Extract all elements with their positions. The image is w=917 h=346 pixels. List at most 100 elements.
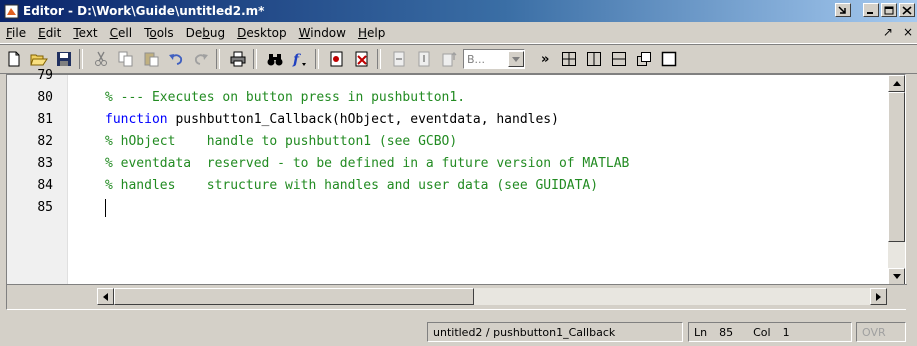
status-bar: untitled2 / pushbutton1_Callback Ln 85 C… [0,317,917,346]
split-vertical-icon [587,52,602,66]
split-horizontal-button[interactable] [608,48,630,70]
float-window-button[interactable] [633,48,655,70]
paste-icon [144,52,159,67]
clear-breakpoints-button[interactable] [351,48,373,70]
grid-layout-icon [562,52,577,66]
split-vertical-button[interactable] [583,48,605,70]
chevron-up-icon [892,81,901,86]
step-icon [393,51,405,67]
menu-tools[interactable]: Tools [138,26,180,40]
code-line[interactable]: % hObject handle to pushbutton1 (see GCB… [105,131,457,153]
horizontal-scroll-thumb[interactable] [114,288,474,305]
code-line[interactable]: % eventdata reserved - to be defined in … [105,153,629,175]
menu-help[interactable]: Help [352,26,391,40]
horizontal-scrollbar-area [7,284,907,309]
chevron-right-icon [876,292,881,301]
cut-icon [95,51,107,66]
line-number: 84 [37,178,53,193]
chevron-left-icon [103,292,108,301]
toolbar-separator [216,49,220,69]
line-number: 81 [37,112,53,127]
overwrite-mode-status: OVR [856,322,906,342]
close-document-button[interactable]: × [903,25,913,39]
paste-button[interactable] [140,48,162,70]
cursor-position-status: Ln 85 Col 1 [688,322,852,342]
redo-button[interactable] [190,48,212,70]
save-icon [57,52,71,66]
code-editor[interactable]: 79 80 81 82 83 84 85 % --- Executes on b… [6,68,907,310]
matlab-editor-icon [4,4,19,18]
menu-text[interactable]: Text [67,26,103,40]
step-out-button[interactable] [438,48,460,70]
stack-dropdown[interactable]: B... [463,49,525,69]
svg-text:f: f [292,52,302,67]
float-window-icon [637,52,652,66]
print-button[interactable] [227,48,249,70]
breakpoint-icon [330,51,343,67]
redo-icon [194,54,208,65]
line-number: 79 [37,68,53,83]
copy-button[interactable] [115,48,137,70]
chevron-down-icon [512,56,520,62]
code-area[interactable]: % --- Executes on button press in pushbu… [67,75,887,285]
minimize-button[interactable] [863,3,879,17]
chevron-down-icon [892,274,901,279]
code-line[interactable]: % handles structure with handles and use… [105,175,598,197]
menu-window[interactable]: Window [293,26,352,40]
maximize-document-icon [662,51,677,67]
menu-cell[interactable]: Cell [104,26,138,40]
scroll-left-button[interactable] [97,288,114,305]
code-line[interactable]: % --- Executes on button press in pushbu… [105,87,465,109]
line-number: 82 [37,134,53,149]
undo-button[interactable] [165,48,187,70]
undo-icon [169,54,183,65]
close-button[interactable] [899,3,915,17]
menu-desktop[interactable]: Desktop [231,26,293,40]
scroll-up-button[interactable] [888,75,905,92]
window-title: Editor - D:\Work\Guide\untitled2.m* [23,4,265,18]
binoculars-icon [267,54,283,66]
horizontal-scrollbar[interactable] [97,288,887,305]
scroll-right-button[interactable] [870,288,887,305]
save-button[interactable] [53,48,75,70]
step-out-icon [442,52,457,67]
find-button[interactable] [264,48,286,70]
toolbar-separator [315,49,319,69]
cut-button[interactable] [90,48,112,70]
title-bar[interactable]: Editor - D:\Work\Guide\untitled2.m* [0,0,917,22]
stack-dropdown-value: B... [467,52,486,66]
set-breakpoint-button[interactable] [326,48,348,70]
undock-document-button[interactable]: ↗ [883,25,893,39]
function-button[interactable]: f [289,48,311,70]
toolbar-separator [253,49,257,69]
menu-bar: File Edit Text Cell Tools Debug Desktop … [0,22,917,44]
scroll-down-button[interactable] [888,268,905,285]
line-number-gutter: 79 80 81 82 83 84 85 [7,68,68,285]
vertical-scroll-thumb[interactable] [888,92,905,242]
line-label: Ln [694,325,708,339]
undock-button[interactable] [835,3,851,17]
column-value: 1 [782,325,790,339]
menu-file[interactable]: File [0,26,32,40]
menu-debug[interactable]: Debug [180,26,231,40]
step-in-button[interactable] [413,48,435,70]
menu-edit[interactable]: Edit [32,26,67,40]
stack-dropdown-arrow[interactable] [508,51,524,67]
line-number: 83 [37,156,53,171]
toolbar-separator [79,49,83,69]
close-icon [902,5,912,15]
tile-grid-button[interactable] [558,48,580,70]
maximize-button[interactable] [881,3,897,17]
line-number: 85 [37,200,53,215]
copy-icon [118,51,133,67]
text-cursor [105,199,106,217]
toolbar-separator [377,49,381,69]
vertical-scrollbar[interactable] [888,75,905,285]
column-label: Col [753,325,771,339]
toolbar-overflow-button[interactable]: » [541,52,549,67]
code-line[interactable]: function pushbutton1_Callback(hObject, e… [105,109,559,131]
current-function-status: untitled2 / pushbutton1_Callback [427,322,683,342]
editor-window: Editor - D:\Work\Guide\untitled2.m* File… [0,0,917,346]
step-button[interactable] [388,48,410,70]
maximize-document-button[interactable] [658,48,680,70]
